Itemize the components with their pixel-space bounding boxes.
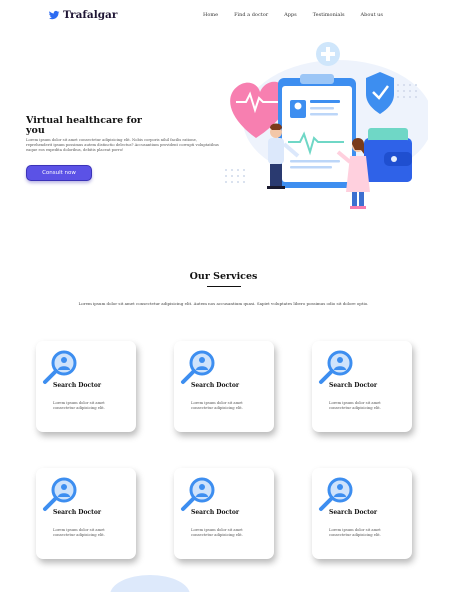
nav-link-testimonials[interactable]: Testimonials	[313, 12, 345, 18]
service-card[interactable]: Search Doctor Lorem ipsum dolor sit amet …	[36, 468, 136, 559]
hero-title: Virtual healthcare for you	[26, 115, 142, 136]
search-doctor-icon	[43, 477, 77, 511]
brand-name: Trafalgar	[63, 9, 118, 21]
search-doctor-icon	[181, 477, 215, 511]
service-card-title: Search Doctor	[329, 509, 378, 516]
top-navbar: Trafalgar Home Find a doctor Apps Testim…	[0, 0, 457, 34]
service-card-text: Lorem ipsum dolor sit amet consectetur a…	[53, 528, 105, 537]
service-card-title: Search Doctor	[329, 382, 378, 389]
service-card[interactable]: Search Doctor Lorem ipsum dolor sit amet …	[174, 468, 274, 559]
service-card-text: Lorem ipsum dolor sit amet consectetur a…	[329, 401, 381, 410]
service-card-title: Search Doctor	[191, 509, 240, 516]
decorative-blob	[110, 575, 190, 592]
services-title: Our Services	[189, 271, 258, 282]
bird-logo-icon	[49, 10, 60, 20]
service-card-title: Search Doctor	[53, 509, 102, 516]
service-card-text: Lorem ipsum dolor sit amet consectetur a…	[329, 528, 381, 537]
nav-link-apps[interactable]: Apps	[284, 12, 297, 18]
services-subtitle: Lorem ipsum dolor sit amet consectetur a…	[78, 301, 369, 306]
nav-links: Home Find a doctor Apps Testimonials Abo…	[203, 12, 399, 18]
brand[interactable]: Trafalgar	[48, 9, 117, 21]
nav-link-home[interactable]: Home	[203, 12, 218, 18]
search-doctor-icon	[43, 350, 77, 384]
hero-text: Lorem ipsum dolor sit amet consectetur a…	[26, 138, 219, 152]
healthcare-illustration	[225, 42, 428, 209]
service-card[interactable]: Search Doctor Lorem ipsum dolor sit amet …	[312, 341, 412, 432]
search-doctor-icon	[319, 350, 353, 384]
services-title-underline	[207, 286, 241, 287]
service-card-title: Search Doctor	[53, 382, 102, 389]
nav-link-find-a-doctor[interactable]: Find a doctor	[234, 12, 268, 18]
service-card-text: Lorem ipsum dolor sit amet consectetur a…	[191, 401, 243, 410]
service-card-text: Lorem ipsum dolor sit amet consectetur a…	[191, 528, 243, 537]
consult-now-button[interactable]: Consult now	[26, 165, 92, 181]
service-card-text: Lorem ipsum dolor sit amet consectetur a…	[53, 401, 105, 410]
service-card[interactable]: Search Doctor Lorem ipsum dolor sit amet …	[312, 468, 412, 559]
service-card[interactable]: Search Doctor Lorem ipsum dolor sit amet …	[36, 341, 136, 432]
nav-link-about-us[interactable]: About us	[361, 12, 383, 18]
service-card[interactable]: Search Doctor Lorem ipsum dolor sit amet …	[174, 341, 274, 432]
service-card-title: Search Doctor	[191, 382, 240, 389]
search-doctor-icon	[181, 350, 215, 384]
search-doctor-icon	[319, 477, 353, 511]
